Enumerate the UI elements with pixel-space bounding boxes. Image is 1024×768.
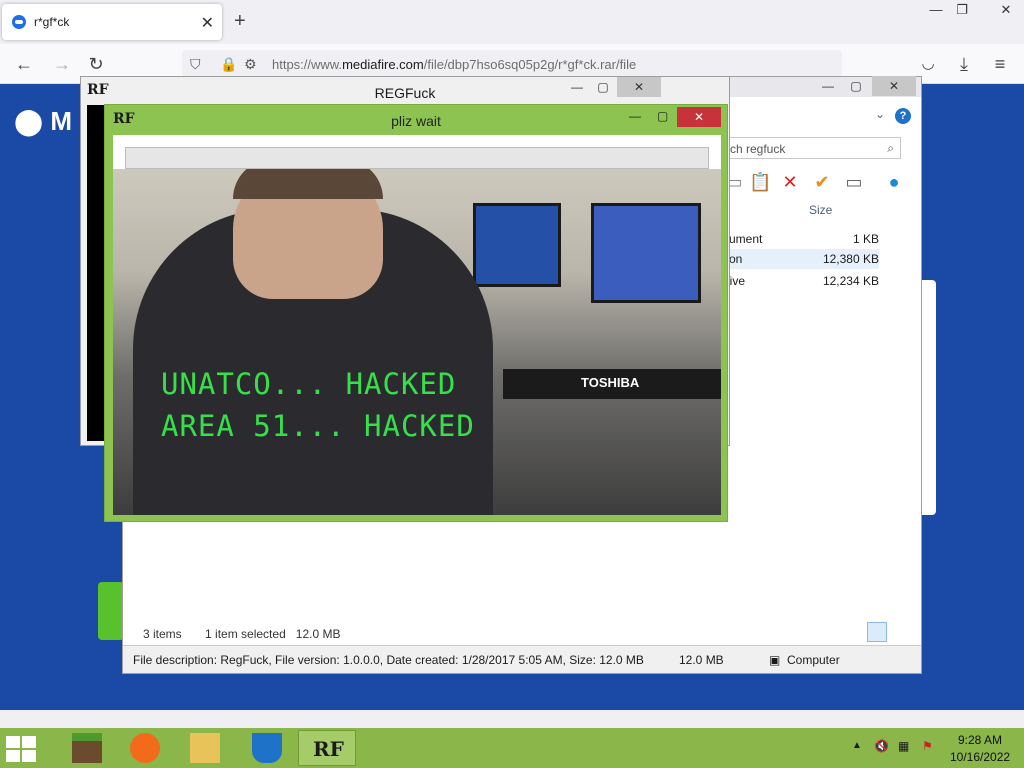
show-hidden-icons-icon[interactable]: ▲ bbox=[852, 740, 862, 751]
address-bar[interactable]: ⛉ 🔒 ⚙ https://www.mediafire.com/file/dbp… bbox=[182, 50, 842, 78]
download-button[interactable] bbox=[98, 582, 124, 640]
taskbar: RF ▲ 🔇 ▦ ⚑ 9:28 AM 10/16/2022 bbox=[0, 728, 1024, 768]
laptop-image bbox=[591, 203, 701, 303]
details-view-icon[interactable] bbox=[867, 622, 887, 642]
file-row[interactable]: tion 12,380 KB bbox=[723, 249, 879, 269]
chevron-down-icon[interactable]: ⌄ bbox=[875, 107, 885, 121]
search-input[interactable]: rch regfuck ⌕ bbox=[721, 137, 901, 159]
pliz-wait-window: RF pliz wait — ▢ ✕ TOSHIBA UNATCO... HAC… bbox=[104, 104, 728, 522]
progress-bar bbox=[125, 147, 709, 169]
lock-icon[interactable]: 🔒 bbox=[220, 56, 237, 73]
selected-size: 12.0 MB bbox=[295, 627, 341, 641]
action-center-icon[interactable]: ⚑ bbox=[922, 739, 933, 753]
close-tab-icon[interactable]: ✕ bbox=[201, 13, 214, 33]
permissions-icon[interactable]: ⚙ bbox=[244, 56, 257, 73]
file-description: File description: RegFuck, File version:… bbox=[133, 653, 644, 667]
console-strip bbox=[87, 105, 105, 441]
defender-taskbar-icon[interactable] bbox=[238, 730, 296, 766]
delete-icon[interactable]: ✕ bbox=[779, 171, 801, 193]
clock-date[interactable]: 10/16/2022 bbox=[950, 750, 1010, 764]
column-header-size[interactable]: Size bbox=[809, 203, 832, 217]
location-label: Computer bbox=[787, 653, 840, 667]
reload-button[interactable]: ↻ bbox=[84, 53, 108, 75]
brand-label: TOSHIBA bbox=[581, 375, 640, 390]
file-explorer-taskbar-icon[interactable] bbox=[176, 730, 234, 766]
checkmark-icon[interactable]: ✔ bbox=[811, 171, 833, 193]
shield-icon[interactable]: ⛉ bbox=[190, 56, 201, 73]
pocket-icon[interactable]: ◡ bbox=[916, 53, 940, 75]
person-hair bbox=[233, 169, 383, 199]
explorer-maximize-button[interactable]: ▢ bbox=[844, 76, 868, 96]
mediafire-favicon-icon bbox=[12, 15, 26, 29]
view-toggle bbox=[867, 622, 911, 645]
explorer-close-button[interactable]: ✕ bbox=[872, 76, 916, 96]
file-row[interactable]: cument 1 KB bbox=[723, 229, 879, 249]
large-icons-view-icon[interactable] bbox=[889, 622, 909, 642]
clock-time[interactable]: 9:28 AM bbox=[950, 733, 1010, 747]
computer-icon: ▣ bbox=[769, 653, 781, 667]
tab-title: r*gf*ck bbox=[34, 15, 70, 29]
mediafire-logo: ⬤ M bbox=[14, 106, 72, 136]
new-tab-button[interactable]: + bbox=[234, 10, 246, 33]
close-button[interactable]: ✕ bbox=[617, 77, 661, 97]
close-window-button[interactable]: ✕ bbox=[990, 0, 1022, 22]
regfuck-taskbar-icon[interactable]: RF bbox=[298, 730, 356, 766]
properties-icon[interactable]: ▭ bbox=[843, 171, 865, 193]
search-icon: ⌕ bbox=[887, 141, 894, 155]
browser-tab[interactable]: r*gf*ck ✕ bbox=[2, 4, 222, 40]
globe-icon[interactable]: ● bbox=[883, 171, 905, 193]
firefox-taskbar-icon[interactable] bbox=[116, 730, 174, 766]
file-row[interactable]: hive 12,234 KB bbox=[723, 271, 879, 291]
video-image: TOSHIBA UNATCO... HACKED AREA 51... HACK… bbox=[113, 169, 721, 515]
minimize-button[interactable]: — bbox=[567, 77, 587, 97]
url-text: https://www.mediafire.com/file/dbp7hso6s… bbox=[272, 57, 637, 72]
help-icon[interactable]: ? bbox=[895, 108, 911, 124]
item-count: 3 items bbox=[143, 627, 182, 641]
restore-window-button[interactable]: ❐ bbox=[946, 0, 978, 22]
minimize-button[interactable]: — bbox=[629, 109, 641, 123]
status-bar: 3 items 1 item selected 12.0 MB bbox=[143, 627, 340, 641]
close-button[interactable]: ✕ bbox=[677, 107, 721, 127]
network-icon[interactable]: ▦ bbox=[898, 739, 909, 753]
start-button[interactable] bbox=[6, 736, 38, 762]
selected-count: 1 item selected bbox=[205, 627, 286, 641]
forward-button[interactable]: → bbox=[50, 53, 74, 75]
details-bar: File description: RegFuck, File version:… bbox=[123, 645, 921, 673]
downloads-icon[interactable]: ⤓ bbox=[952, 53, 976, 75]
maximize-button[interactable]: ▢ bbox=[657, 109, 668, 123]
hacked-text: UNATCO... HACKED AREA 51... HACKED bbox=[161, 367, 475, 443]
back-button[interactable]: ← bbox=[12, 53, 36, 75]
file-size: 12.0 MB bbox=[679, 653, 724, 667]
tab-bar: r*gf*ck ✕ + — ❐ ✕ bbox=[0, 0, 1024, 44]
volume-icon[interactable]: 🔇 bbox=[874, 739, 889, 753]
explorer-minimize-button[interactable]: — bbox=[816, 76, 840, 96]
maximize-button[interactable]: ▢ bbox=[593, 77, 613, 97]
clipboard-icon[interactable]: 📋 bbox=[749, 171, 771, 193]
menu-icon[interactable]: ≡ bbox=[988, 53, 1012, 75]
laptop-image bbox=[473, 203, 561, 287]
window-content: TOSHIBA UNATCO... HACKED AREA 51... HACK… bbox=[113, 135, 721, 515]
minecraft-taskbar-icon[interactable] bbox=[58, 730, 116, 766]
